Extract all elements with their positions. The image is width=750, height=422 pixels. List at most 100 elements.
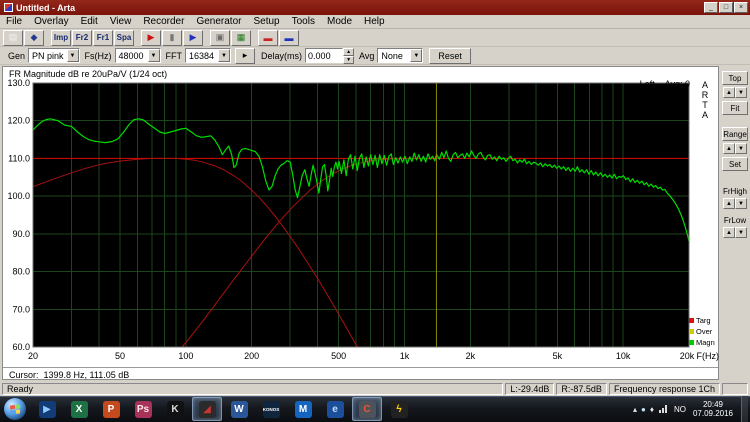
frlow-spinner-up-icon[interactable]: ▲ bbox=[723, 227, 735, 238]
grid-export-button[interactable]: ▦ bbox=[231, 30, 251, 46]
frhigh-spinner-down-icon[interactable]: ▼ bbox=[735, 198, 747, 209]
maximize-button[interactable]: □ bbox=[719, 2, 733, 13]
menu-view[interactable]: View bbox=[104, 16, 138, 27]
fr1-mode-button[interactable]: Fr1 bbox=[93, 30, 113, 46]
legend-over-label: Over bbox=[696, 327, 712, 336]
fs-dropdown-icon[interactable]: ▼ bbox=[148, 49, 160, 62]
delay-spin-up-icon[interactable]: ▲ bbox=[343, 48, 354, 56]
pen-color-blue-swatch[interactable]: ▬ bbox=[279, 30, 299, 46]
gen-dropdown-icon[interactable]: ▼ bbox=[67, 49, 79, 62]
fr-plot[interactable]: 130.0120.0110.0100.090.080.070.060.02050… bbox=[3, 67, 720, 381]
taskbar-powerpoint[interactable]: P bbox=[96, 397, 126, 421]
fr2-mode-button[interactable]: Fr2 bbox=[72, 30, 92, 46]
gen-select[interactable]: PN pink ▼ bbox=[28, 48, 80, 63]
fft-dropdown-icon[interactable]: ▼ bbox=[218, 49, 230, 62]
taskbar-internet-explorer[interactable]: e bbox=[320, 397, 350, 421]
taskbar-media-player[interactable]: ▶ bbox=[32, 397, 62, 421]
menu-file[interactable]: File bbox=[0, 16, 28, 27]
chart-title: FR Magnitude dB re 20uPa/V (1/24 oct) bbox=[9, 69, 167, 79]
scope-button[interactable]: ▣ bbox=[210, 30, 230, 46]
range-spinner-down-icon[interactable]: ▼ bbox=[735, 143, 747, 154]
impulse-mode-button[interactable]: Imp bbox=[51, 30, 71, 46]
pointer-button[interactable]: ◆ bbox=[24, 30, 44, 46]
cursor-readout: Cursor: 1399.8 Hz, 111.05 dB bbox=[3, 367, 718, 381]
taskbar-apps: ▶XPPsK◢WKONOSMeCϟ bbox=[31, 397, 415, 421]
language-indicator[interactable]: NO bbox=[672, 404, 688, 415]
fr2-mode-button-icon: Fr2 bbox=[76, 33, 88, 42]
fft-window-button[interactable]: ▸ bbox=[235, 48, 255, 64]
tray-icons: ▴ ● ♦ bbox=[633, 405, 654, 414]
menu-tools[interactable]: Tools bbox=[286, 16, 321, 27]
menu-help[interactable]: Help bbox=[358, 16, 391, 27]
avg-select[interactable]: None ▼ bbox=[377, 48, 423, 63]
menu-overlay[interactable]: Overlay bbox=[28, 16, 74, 27]
taskbar-konos[interactable]: KONOS bbox=[256, 397, 286, 421]
resize-grip bbox=[722, 383, 748, 395]
y-tick-label: 70.0 bbox=[12, 304, 30, 314]
menu-generator[interactable]: Generator bbox=[190, 16, 247, 27]
taskbar-excel[interactable]: X bbox=[64, 397, 94, 421]
frlow-spinner: ▲▼ bbox=[723, 227, 747, 238]
tray-expand-icon[interactable]: ▴ bbox=[633, 405, 637, 414]
frhigh-spinner-up-icon[interactable]: ▲ bbox=[723, 198, 735, 209]
taskbar-clock[interactable]: 20:49 07.09.2016 bbox=[693, 400, 733, 418]
set-button[interactable]: Set bbox=[722, 157, 748, 171]
delay-spinner[interactable]: ▲▼ bbox=[343, 48, 354, 63]
y-tick-label: 130.0 bbox=[7, 78, 30, 88]
spectrum-mode-button[interactable]: Spa bbox=[114, 30, 134, 46]
show-desktop-button[interactable] bbox=[741, 396, 748, 422]
stop-button[interactable]: ▮ bbox=[162, 30, 182, 46]
impulse-mode-button-icon: Imp bbox=[54, 33, 68, 42]
taskbar-arta[interactable]: ◢ bbox=[192, 397, 222, 421]
range-button[interactable]: Range bbox=[722, 127, 748, 141]
menu-edit[interactable]: Edit bbox=[75, 16, 104, 27]
frlow-spinner-down-icon[interactable]: ▼ bbox=[735, 227, 747, 238]
close-button[interactable]: × bbox=[734, 2, 748, 13]
taskbar-word[interactable]: W bbox=[224, 397, 254, 421]
fft-select[interactable]: 16384 ▼ bbox=[185, 48, 231, 63]
menu-setup[interactable]: Setup bbox=[247, 16, 285, 27]
spectrum-mode-button-icon: Spa bbox=[117, 33, 132, 42]
top-button[interactable]: Top bbox=[722, 71, 748, 85]
legend-targ: Targ bbox=[689, 315, 717, 326]
toolbar-generator: Gen PN pink ▼ Fs(Hz) 48000 ▼ FFT 16384 ▼… bbox=[0, 47, 750, 65]
menu-recorder[interactable]: Recorder bbox=[137, 16, 190, 27]
avg-dropdown-icon[interactable]: ▼ bbox=[410, 49, 422, 62]
avg-value: None bbox=[378, 51, 410, 61]
taskbar-photoshop[interactable]: Ps bbox=[128, 397, 158, 421]
top-spinner-up-icon[interactable]: ▲ bbox=[723, 87, 735, 98]
fit-button[interactable]: Fit bbox=[722, 101, 748, 115]
taskbar-app-c[interactable]: C bbox=[352, 397, 382, 421]
reset-button[interactable]: Reset bbox=[429, 48, 471, 64]
delay-spin-down-icon[interactable]: ▼ bbox=[343, 56, 354, 64]
stop-button-icon: ▮ bbox=[170, 32, 175, 43]
fs-select[interactable]: 48000 ▼ bbox=[115, 48, 161, 63]
taskbar-internet-explorer-icon: e bbox=[327, 401, 344, 418]
avg-label: Avg bbox=[359, 51, 374, 61]
top-spinner-down-icon[interactable]: ▼ bbox=[735, 87, 747, 98]
range-spinner-up-icon[interactable]: ▲ bbox=[723, 143, 735, 154]
new-file-button[interactable]: ▤ bbox=[3, 30, 23, 46]
taskbar-app-m[interactable]: M bbox=[288, 397, 318, 421]
x-tick-label: 20 bbox=[28, 351, 38, 361]
network-icon[interactable] bbox=[659, 405, 667, 413]
taskbar-app-k[interactable]: K bbox=[160, 397, 190, 421]
top-spinner: ▲▼ bbox=[723, 87, 747, 98]
tray-status-icon[interactable]: ● bbox=[641, 405, 646, 414]
pen-color-red-swatch[interactable]: ▬ bbox=[258, 30, 278, 46]
tray-app-icon[interactable]: ♦ bbox=[650, 405, 654, 414]
watermark-letter: A bbox=[699, 110, 711, 120]
watermark-letter: A bbox=[699, 80, 711, 90]
frhigh-label: FrHigh bbox=[723, 187, 747, 196]
toolbar-main: ▤◆ Imp Fr2 Fr1 Spa ▶ ▮ ▶ ▣▦ ▬▬ bbox=[0, 29, 750, 47]
x-tick-label: 200 bbox=[244, 351, 259, 361]
taskbar-app-c-icon: C bbox=[359, 401, 376, 418]
play-button[interactable]: ▶ bbox=[183, 30, 203, 46]
menu-mode[interactable]: Mode bbox=[321, 16, 358, 27]
minimize-button[interactable]: _ bbox=[704, 2, 718, 13]
start-button[interactable] bbox=[4, 398, 26, 420]
record-button[interactable]: ▶ bbox=[141, 30, 161, 46]
delay-input[interactable] bbox=[305, 48, 343, 63]
taskbar-lightning[interactable]: ϟ bbox=[384, 397, 414, 421]
x-tick-label: 1k bbox=[400, 351, 410, 361]
